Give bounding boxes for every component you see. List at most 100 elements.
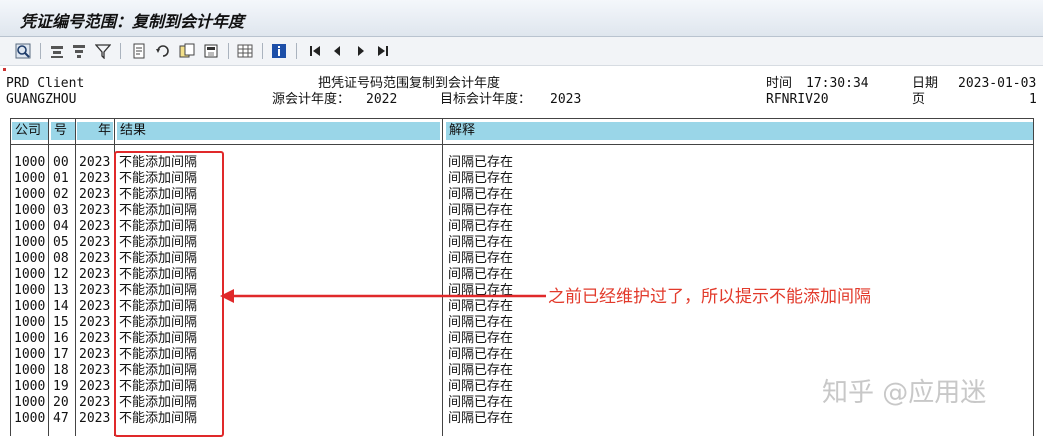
page-label: 页 xyxy=(912,92,926,107)
cell-explanation: 间隔已存在 xyxy=(448,395,514,410)
cell-explanation: 间隔已存在 xyxy=(448,203,514,218)
toolbar-separator xyxy=(296,43,297,59)
cell-number: 03 xyxy=(53,203,69,218)
cell-year: 2023 xyxy=(79,219,111,234)
source-year-value: 2022 xyxy=(366,92,398,107)
cell-explanation: 间隔已存在 xyxy=(448,155,514,170)
cell-explanation: 间隔已存在 xyxy=(448,347,514,362)
page-number: 1 xyxy=(1029,92,1037,107)
cell-explanation: 间隔已存在 xyxy=(448,411,514,426)
cell-company: 1000 xyxy=(14,395,46,410)
window-title: 凭证编号范围：复制到会计年度 xyxy=(20,12,245,31)
cell-company: 1000 xyxy=(14,171,46,186)
col-header-explanation: 解释 xyxy=(446,122,1033,140)
col-header-company: 公司 xyxy=(12,122,48,140)
cell-company: 1000 xyxy=(14,187,46,202)
cell-number: 00 xyxy=(53,155,69,170)
cell-explanation: 间隔已存在 xyxy=(448,235,514,250)
cell-year: 2023 xyxy=(79,267,111,282)
cell-number: 14 xyxy=(53,299,69,314)
cell-number: 19 xyxy=(53,379,69,394)
cell-company: 1000 xyxy=(14,251,46,266)
time-label: 时间 xyxy=(766,76,793,91)
cell-number: 17 xyxy=(53,347,69,362)
toolbar-separator xyxy=(120,43,121,59)
annotation-text: 之前已经维护过了，所以提示不能添加间隔 xyxy=(548,287,871,307)
highlight-box xyxy=(114,151,224,437)
cell-company: 1000 xyxy=(14,331,46,346)
cell-company: 1000 xyxy=(14,411,46,426)
title-bar: 凭证编号范围：复制到会计年度 xyxy=(0,0,1043,37)
cell-year: 2023 xyxy=(79,171,111,186)
target-year-label: 目标会计年度： xyxy=(440,92,532,107)
cell-number: 18 xyxy=(53,363,69,378)
city-label: GUANGZHOU xyxy=(6,92,77,107)
col-header-year: 年 xyxy=(77,122,113,140)
cell-company: 1000 xyxy=(14,299,46,314)
cell-year: 2023 xyxy=(79,379,111,394)
report-area: PRD Client GUANGZHOU 把凭证号码范围复制到会计年度 源会计年… xyxy=(0,66,1043,437)
cell-year: 2023 xyxy=(79,347,111,362)
cell-number: 08 xyxy=(53,251,69,266)
prev-page-icon[interactable] xyxy=(328,42,346,60)
grid-line xyxy=(10,144,1033,145)
date-value: 2023-01-03 xyxy=(958,76,1037,91)
cell-explanation: 间隔已存在 xyxy=(448,219,514,234)
cell-explanation: 间隔已存在 xyxy=(448,331,514,346)
application-toolbar xyxy=(0,37,1043,66)
target-year-value: 2023 xyxy=(550,92,582,107)
corner-marker xyxy=(3,68,6,71)
toolbar-separator xyxy=(228,43,229,59)
cell-year: 2023 xyxy=(79,411,111,426)
cell-company: 1000 xyxy=(14,235,46,250)
refresh-icon[interactable] xyxy=(154,42,172,60)
cell-company: 1000 xyxy=(14,219,46,234)
cell-number: 05 xyxy=(53,235,69,250)
date-label: 日期 xyxy=(912,76,939,91)
print-icon[interactable] xyxy=(202,42,220,60)
cell-year: 2023 xyxy=(79,235,111,250)
cell-year: 2023 xyxy=(79,315,111,330)
grid-icon[interactable] xyxy=(236,42,254,60)
sort-ascending-icon[interactable] xyxy=(48,42,66,60)
search-icon[interactable] xyxy=(14,42,32,60)
cell-year: 2023 xyxy=(79,155,111,170)
cell-year: 2023 xyxy=(79,251,111,266)
cell-year: 2023 xyxy=(79,299,111,314)
cell-company: 1000 xyxy=(14,283,46,298)
grid-line xyxy=(10,118,1033,119)
cell-company: 1000 xyxy=(14,267,46,282)
cell-number: 02 xyxy=(53,187,69,202)
cell-number: 13 xyxy=(53,283,69,298)
cell-explanation: 间隔已存在 xyxy=(448,363,514,378)
col-header-number: 号 xyxy=(51,122,75,140)
sort-descending-icon[interactable] xyxy=(70,42,88,60)
cell-company: 1000 xyxy=(14,203,46,218)
report-heading: 把凭证号码范围复制到会计年度 xyxy=(318,76,501,91)
watermark: 知乎 @应用迷 xyxy=(822,378,987,408)
cell-year: 2023 xyxy=(79,187,111,202)
time-value: 17:30:34 xyxy=(806,76,869,91)
toolbar-separator xyxy=(262,43,263,59)
export-icon[interactable] xyxy=(130,42,148,60)
cell-year: 2023 xyxy=(79,363,111,378)
cell-company: 1000 xyxy=(14,347,46,362)
cell-year: 2023 xyxy=(79,395,111,410)
cell-number: 16 xyxy=(53,331,69,346)
toolbar-separator xyxy=(40,43,41,59)
cell-number: 04 xyxy=(53,219,69,234)
cell-number: 12 xyxy=(53,267,69,282)
first-page-icon[interactable] xyxy=(306,42,324,60)
cell-explanation: 间隔已存在 xyxy=(448,315,514,330)
info-icon[interactable] xyxy=(270,42,288,60)
filter-icon[interactable] xyxy=(94,42,112,60)
next-page-icon[interactable] xyxy=(352,42,370,60)
last-page-icon[interactable] xyxy=(374,42,392,60)
cell-company: 1000 xyxy=(14,315,46,330)
client-label: PRD Client xyxy=(6,76,85,91)
program-name: RFNRIV20 xyxy=(766,92,829,107)
cell-explanation: 间隔已存在 xyxy=(448,171,514,186)
copy-icon[interactable] xyxy=(178,42,196,60)
cell-number: 15 xyxy=(53,315,69,330)
cell-explanation: 间隔已存在 xyxy=(448,379,514,394)
